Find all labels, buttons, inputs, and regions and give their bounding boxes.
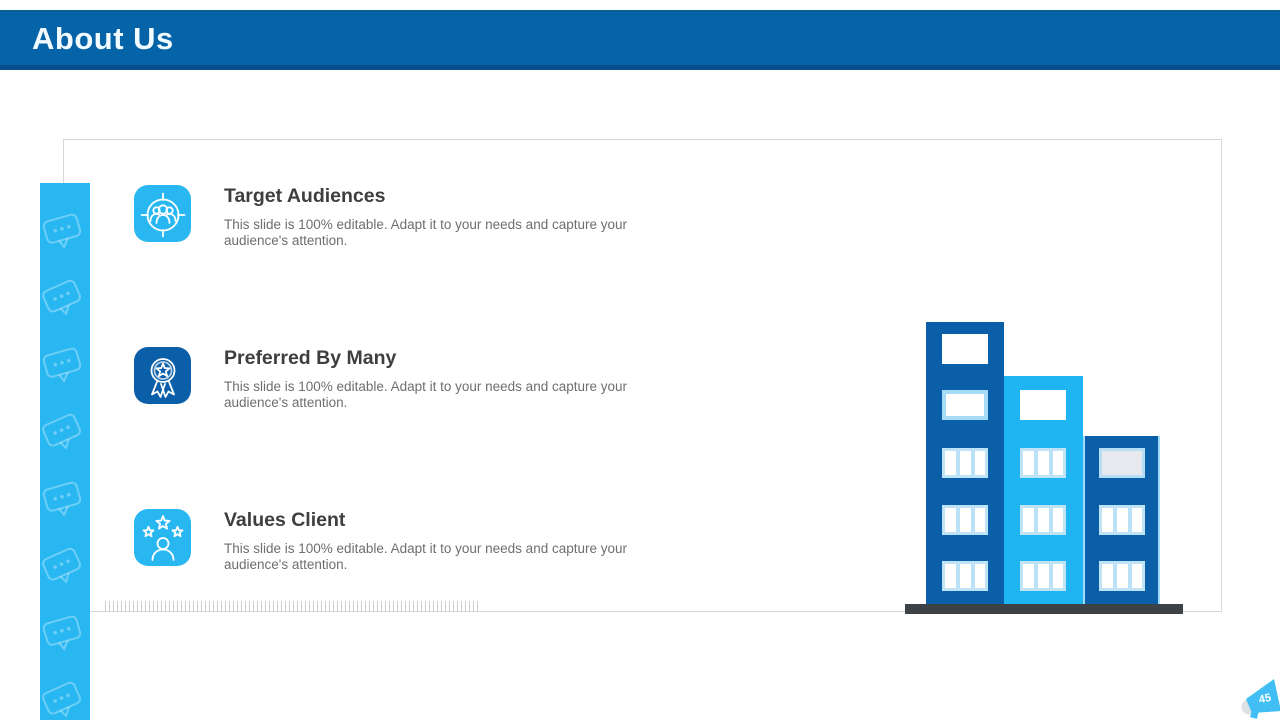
item-title: Target Audiences <box>224 185 386 207</box>
chat-bubble-watermark-icon <box>42 681 81 718</box>
item-description: This slide is 100% editable. Adapt it to… <box>224 541 627 573</box>
chat-bubble-watermark-icon <box>42 615 82 651</box>
feature-item-values-client: Values Client This slide is 100% editabl… <box>134 509 676 573</box>
chat-bubble-watermark-icon <box>42 413 81 450</box>
target-audience-icon <box>134 185 191 242</box>
chat-bubble-watermark-icon <box>42 347 82 383</box>
item-description: This slide is 100% editable. Adapt it to… <box>224 217 627 249</box>
chat-bubble-watermark-icon <box>42 213 82 249</box>
ruler-tick-strip <box>105 601 481 612</box>
item-title: Preferred By Many <box>224 347 397 369</box>
accent-stripe <box>40 183 90 720</box>
person-stars-icon <box>134 509 191 566</box>
slide-header: About Us <box>0 10 1280 70</box>
award-ribbon-icon <box>134 347 191 404</box>
chat-bubble-watermark-icon <box>42 481 82 517</box>
chat-bubble-watermark-icon <box>42 279 81 316</box>
item-title: Values Client <box>224 509 346 531</box>
slide-title: About Us <box>32 20 174 56</box>
feature-item-preferred-by-many: Preferred By Many This slide is 100% edi… <box>134 347 676 411</box>
slide: About Us Target Audiences This slide is … <box>0 0 1280 720</box>
slide-number: 45 <box>1258 692 1272 706</box>
item-description: This slide is 100% editable. Adapt it to… <box>224 379 627 411</box>
chat-bubble-watermark-icon <box>42 547 81 584</box>
feature-item-target-audiences: Target Audiences This slide is 100% edit… <box>134 185 676 249</box>
megaphone-slide-number-badge: 45 <box>1241 679 1280 719</box>
